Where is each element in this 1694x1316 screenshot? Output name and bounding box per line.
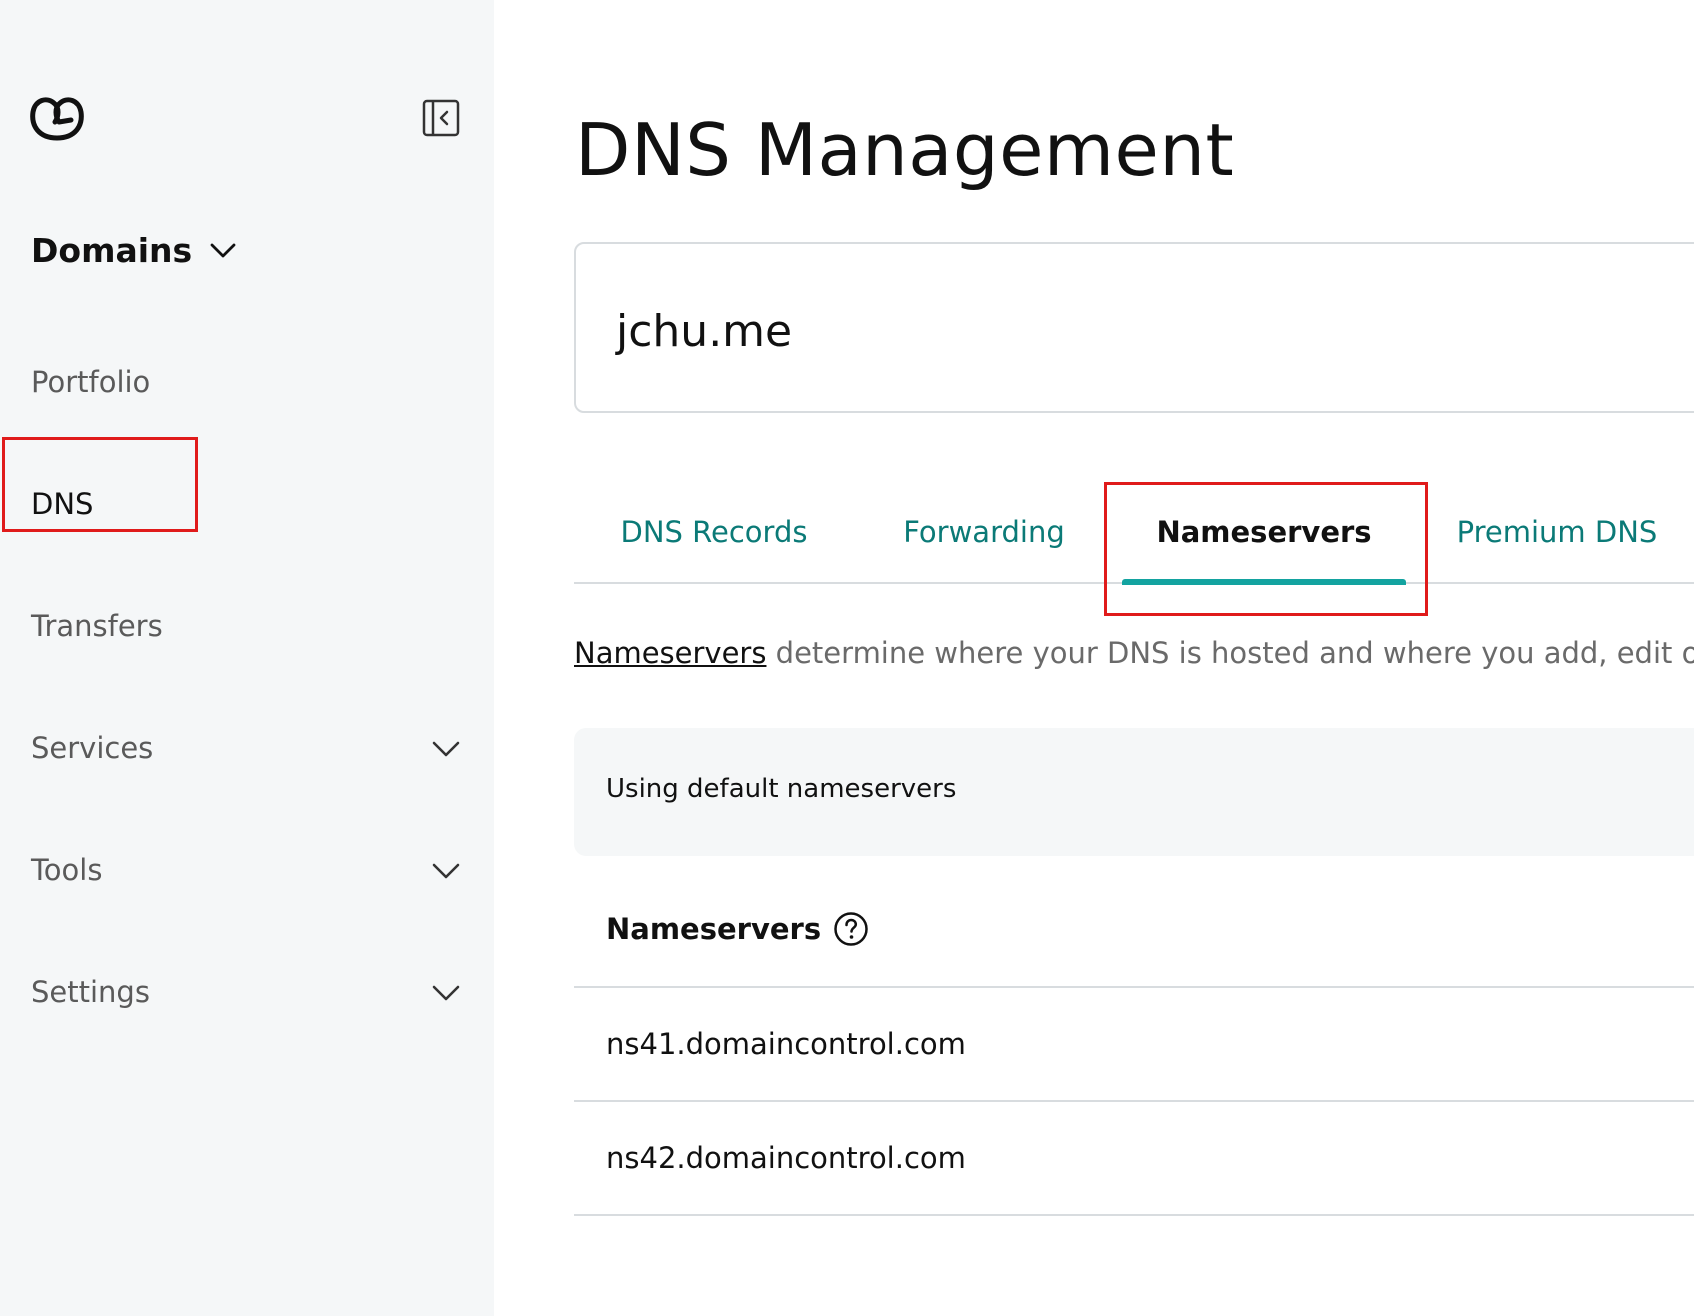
godaddy-logo-icon[interactable]	[27, 90, 87, 144]
product-switcher-domains[interactable]: Domains	[31, 228, 238, 272]
chevron-down-icon	[432, 741, 460, 757]
sidebar-item-settings[interactable]: Settings	[0, 960, 494, 1024]
active-tab-indicator	[1122, 579, 1406, 585]
sidebar-item-label: Services	[31, 731, 154, 765]
sidebar-item-label: Tools	[31, 853, 103, 887]
sidebar-item-label: Portfolio	[31, 365, 151, 399]
tab-label: Forwarding	[903, 515, 1065, 549]
page-title: DNS Management	[575, 108, 1235, 192]
sidebar-item-portfolio[interactable]: Portfolio	[0, 350, 494, 414]
sidebar-collapse-icon[interactable]	[422, 99, 460, 137]
domain-card: jchu.me	[574, 242, 1694, 413]
tab-nameservers[interactable]: Nameservers	[1122, 480, 1406, 585]
sidebar-item-tools[interactable]: Tools	[0, 838, 494, 902]
sidebar: Domains Portfolio DNS Transfers Services…	[0, 0, 494, 1316]
tab-label: DNS Records	[620, 515, 808, 549]
nameserver-value: ns41.domaincontrol.com	[606, 1027, 966, 1061]
domain-name: jchu.me	[616, 306, 793, 357]
nameservers-description: Nameservers determine where your DNS is …	[574, 636, 1694, 670]
sidebar-item-transfers[interactable]: Transfers	[0, 594, 494, 658]
sidebar-item-dns[interactable]: DNS	[0, 472, 494, 536]
nameserver-status-text: Using default nameservers	[606, 774, 957, 804]
tab-bar: DNS Records Forwarding Nameservers Premi…	[574, 480, 1694, 585]
nameservers-list-title: Nameservers	[606, 912, 822, 946]
description-text: determine where your DNS is hosted and w…	[766, 636, 1694, 670]
tab-premium-dns[interactable]: Premium DNS	[1454, 480, 1660, 584]
sidebar-item-label: Settings	[31, 975, 150, 1009]
nameservers-list-header: Nameservers	[574, 872, 1694, 988]
chevron-down-icon	[432, 863, 460, 879]
nameserver-value: ns42.domaincontrol.com	[606, 1141, 966, 1175]
sidebar-item-services[interactable]: Services	[0, 716, 494, 780]
nameserver-row: ns42.domaincontrol.com	[574, 1102, 1694, 1216]
chevron-down-icon	[432, 985, 460, 1001]
nameserver-row: ns41.domaincontrol.com	[574, 988, 1694, 1102]
tab-label: Nameservers	[1156, 515, 1372, 549]
main-content: DNS Management jchu.me DNS Records Forwa…	[494, 0, 1694, 1316]
product-switcher-label: Domains	[31, 230, 193, 270]
nameservers-help-link[interactable]: Nameservers	[574, 636, 766, 670]
chevron-down-icon	[210, 243, 236, 258]
tab-label: Premium DNS	[1456, 515, 1658, 549]
tab-dns-records[interactable]: DNS Records	[620, 480, 808, 584]
tab-forwarding[interactable]: Forwarding	[901, 480, 1067, 584]
help-circle-icon[interactable]	[833, 911, 869, 947]
sidebar-item-label: Transfers	[31, 609, 163, 643]
nameserver-status-panel: Using default nameservers	[574, 728, 1694, 856]
sidebar-item-label: DNS	[31, 487, 94, 521]
